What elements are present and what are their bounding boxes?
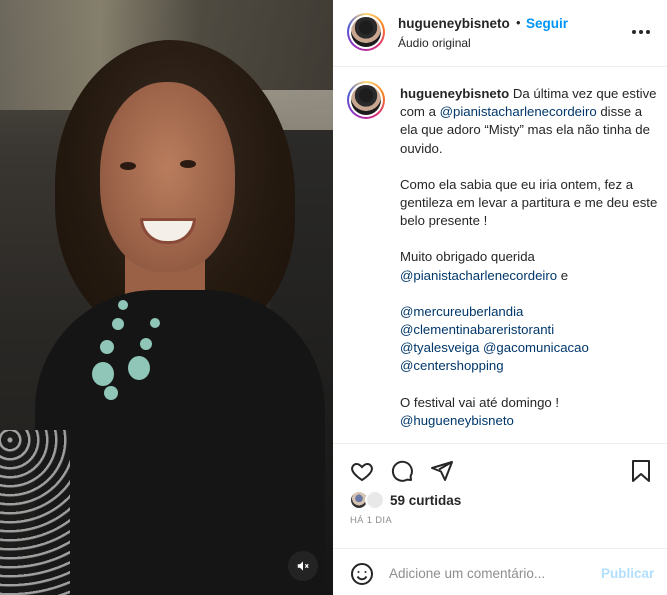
caption-area: hugueneybisneto Da última vez que estive… [333,68,667,443]
likers-avatars[interactable] [349,490,389,512]
more-horizontal-icon [632,30,650,34]
person-body [35,290,325,595]
audio-label[interactable]: Áudio original [398,36,471,50]
post-timestamp[interactable]: HÁ 1 DIA [350,515,392,526]
like-button[interactable] [349,458,375,484]
necklace-bead [92,362,114,386]
comment-input[interactable] [389,563,589,583]
mention-link[interactable]: @pianistacharlenecordeiro [400,268,557,283]
separator-dot: • [516,15,521,30]
mention-link[interactable]: @clementinabareristoranti [400,322,554,337]
heart-icon [351,462,373,482]
caption-author-avatar[interactable] [347,81,385,119]
mention-link[interactable]: @centershopping [400,358,504,373]
share-icon [431,461,453,481]
necklace-bead [104,386,118,400]
comment-icon [391,460,413,482]
comment-button[interactable] [389,458,415,484]
likes-number: 59 [390,493,406,508]
publish-button[interactable]: Publicar [601,566,654,581]
likes-count[interactable]: 59 curtidas [390,493,461,508]
liker-avatar [365,490,385,510]
speaker-muted-icon [297,561,309,571]
caption-text: hugueneybisneto Da última vez que estive… [400,85,658,430]
author-username[interactable]: hugueneybisneto [398,16,510,31]
caption-paragraph: Como ela sabia que eu iria ontem, fez a … [400,176,658,229]
emoji-icon [351,563,373,585]
follow-button[interactable]: Seguir [526,16,568,31]
caption-paragraph: Muito obrigado querida [400,249,535,265]
necklace-bead [112,318,124,330]
more-options-button[interactable] [629,20,653,44]
caption-conjunction: e [560,267,569,283]
person-eye-right [180,160,196,168]
post-header: hugueneybisneto • Seguir Áudio original [333,0,667,67]
necklace-bead [128,356,150,380]
background-chair [0,430,70,595]
share-button[interactable] [429,458,455,484]
likes-label: curtidas [408,493,462,508]
emoji-button[interactable] [349,561,375,587]
person-eye-left [120,162,136,170]
necklace-bead [100,340,114,354]
post-sidebar: hugueneybisneto • Seguir Áudio original … [333,0,667,595]
author-avatar[interactable] [347,13,385,51]
caption-paragraph: O festival vai até domingo ! [400,394,560,410]
post-actions: 59 curtidas HÁ 1 DIA Publicar [333,443,667,595]
comment-bar: Publicar [333,548,667,595]
necklace-bead [118,300,128,310]
necklace-bead [150,318,160,328]
save-button[interactable] [628,458,654,484]
mention-link[interactable]: @mercureuberlandia [400,304,523,319]
mention-link[interactable]: @pianistacharlenecordeiro [440,104,597,119]
post-media-video[interactable] [0,0,333,595]
caption-username[interactable]: hugueneybisneto [400,86,509,101]
bookmark-icon [632,460,650,482]
mention-link[interactable]: @tyalesveiga [400,340,479,355]
mention-link[interactable]: @hugueneybisneto [400,413,514,428]
necklace-bead [140,338,152,350]
mention-link[interactable]: @gacomunicacao [483,340,589,355]
mute-button[interactable] [288,551,318,581]
